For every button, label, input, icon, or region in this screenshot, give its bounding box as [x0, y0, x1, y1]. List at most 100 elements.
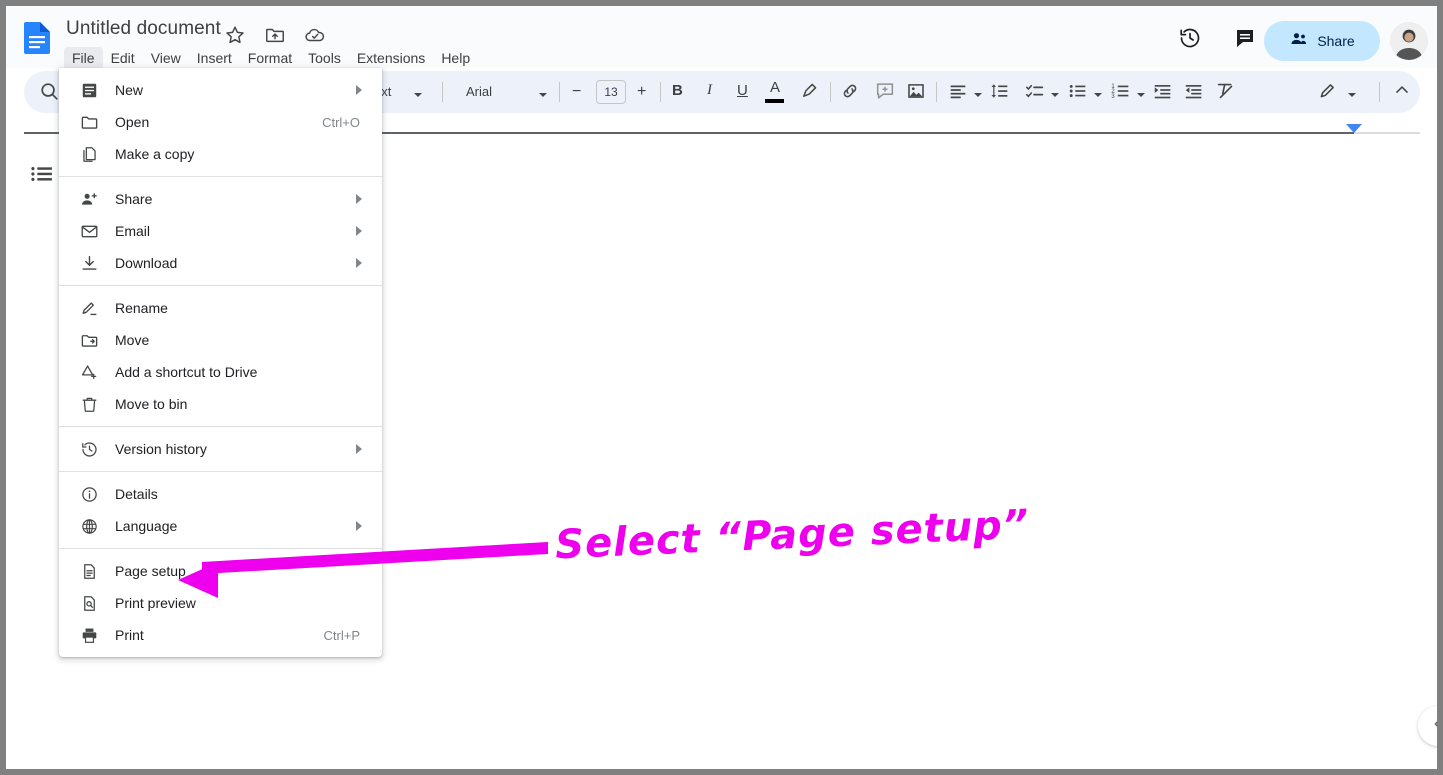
docs-file-icon[interactable]	[22, 22, 52, 54]
insert-image-icon[interactable]	[905, 80, 929, 104]
add-comment-icon[interactable]	[874, 80, 898, 104]
menu-bar: File Edit View Insert Format Tools Exten…	[64, 47, 478, 70]
menu-format[interactable]: Format	[240, 47, 300, 70]
numbered-list-icon[interactable]: 1 2 3	[1110, 80, 1134, 104]
menu-file[interactable]: File	[64, 47, 103, 70]
menu-item-share[interactable]: Share	[59, 183, 382, 215]
insert-link-icon[interactable]	[839, 80, 863, 104]
italic-button[interactable]: I	[707, 82, 712, 99]
person-add-icon	[77, 187, 101, 211]
menu-item-new[interactable]: New	[59, 74, 382, 106]
menu-item-print[interactable]: Print Ctrl+P	[59, 619, 382, 651]
share-button-label: Share	[1317, 33, 1354, 49]
menu-item-move[interactable]: Move	[59, 324, 382, 356]
trash-icon	[77, 392, 101, 416]
print-preview-icon	[77, 591, 101, 615]
chevron-left-icon	[1429, 715, 1437, 738]
checklist-icon[interactable]	[1024, 80, 1048, 104]
text-color-swatch[interactable]	[765, 99, 784, 103]
font-family-value[interactable]: Arial	[466, 84, 492, 99]
menu-item-language[interactable]: Language	[59, 510, 382, 542]
pencil-icon[interactable]	[1317, 80, 1341, 104]
bulleted-list-icon[interactable]	[1067, 80, 1091, 104]
file-dropdown-menu[interactable]: New Open Ctrl+O Make a copy	[59, 68, 382, 657]
menu-item-move-to-bin[interactable]: Move to bin	[59, 388, 382, 420]
document-outline-icon[interactable]	[28, 160, 56, 188]
menu-item-shortcut: Ctrl+P	[324, 628, 360, 643]
info-circle-icon	[77, 482, 101, 506]
menu-item-label: Share	[115, 183, 356, 215]
app-window: Untitled document File Edit View Insert …	[6, 6, 1437, 769]
chevron-up-icon[interactable]	[1392, 80, 1416, 104]
editing-mode-chevron-down-icon[interactable]	[1347, 87, 1357, 97]
submenu-arrow-icon	[356, 258, 362, 268]
menu-item-rename[interactable]: Rename	[59, 292, 382, 324]
document-title[interactable]: Untitled document	[66, 18, 221, 40]
font-size-input[interactable]: 13	[596, 80, 626, 104]
increase-indent-icon[interactable]	[1183, 80, 1207, 104]
style-chevron-down-icon[interactable]	[413, 87, 423, 97]
decrease-font-size-button[interactable]: −	[572, 83, 581, 101]
menu-item-label: Move to bin	[115, 388, 370, 420]
align-left-icon[interactable]	[947, 80, 971, 104]
font-chevron-down-icon[interactable]	[538, 87, 548, 97]
envelope-icon	[77, 219, 101, 243]
share-button[interactable]: Share	[1264, 21, 1380, 61]
text-color-button[interactable]: A	[770, 79, 780, 96]
cloud-saved-icon[interactable]	[304, 24, 326, 46]
underline-button[interactable]: U	[737, 82, 748, 99]
menu-item-label: Print preview	[115, 587, 370, 619]
menu-extensions[interactable]: Extensions	[349, 47, 433, 70]
bulleted-list-chevron-down-icon[interactable]	[1093, 87, 1103, 97]
menu-edit[interactable]: Edit	[103, 47, 143, 70]
menu-item-label: Download	[115, 247, 356, 279]
menu-item-label: Page setup	[115, 555, 370, 587]
menu-view[interactable]: View	[143, 47, 189, 70]
highlight-pen-icon[interactable]	[799, 80, 823, 104]
menu-item-shortcut: Ctrl+O	[322, 115, 360, 130]
ruler-outside-area	[1354, 132, 1420, 134]
move-to-folder-icon[interactable]	[264, 24, 286, 46]
star-icon[interactable]	[224, 24, 246, 46]
copy-icon	[77, 142, 101, 166]
menu-divider	[59, 285, 382, 286]
clear-formatting-icon[interactable]	[1215, 80, 1239, 104]
menu-item-download[interactable]: Download	[59, 247, 382, 279]
page-setup-icon	[77, 559, 101, 583]
menu-item-open[interactable]: Open Ctrl+O	[59, 106, 382, 138]
indent-marker[interactable]	[1346, 124, 1362, 133]
user-avatar[interactable]	[1390, 22, 1428, 60]
submenu-arrow-icon	[356, 226, 362, 236]
line-spacing-icon[interactable]	[989, 80, 1013, 104]
globe-icon	[77, 514, 101, 538]
decrease-indent-icon[interactable]	[1152, 80, 1176, 104]
menu-tools[interactable]: Tools	[300, 47, 349, 70]
right-panel-toggle-button[interactable]	[1418, 706, 1437, 746]
submenu-arrow-icon	[356, 194, 362, 204]
comment-icon[interactable]	[1233, 26, 1257, 50]
menu-item-version-history[interactable]: Version history	[59, 433, 382, 465]
menu-item-label: New	[115, 74, 356, 106]
menu-item-details[interactable]: Details	[59, 478, 382, 510]
menu-item-label: Rename	[115, 292, 370, 324]
move-folder-icon	[77, 328, 101, 352]
menu-item-email[interactable]: Email	[59, 215, 382, 247]
checklist-chevron-down-icon[interactable]	[1050, 87, 1060, 97]
submenu-arrow-icon	[356, 521, 362, 531]
menu-item-print-preview[interactable]: Print preview	[59, 587, 382, 619]
align-chevron-down-icon[interactable]	[973, 87, 983, 97]
drive-shortcut-icon	[77, 360, 101, 384]
download-icon	[77, 251, 101, 275]
menu-help[interactable]: Help	[433, 47, 478, 70]
new-document-icon	[77, 78, 101, 102]
pencil-edit-icon	[77, 296, 101, 320]
app-header: Untitled document File Edit View Insert …	[6, 6, 1437, 68]
menu-insert[interactable]: Insert	[189, 47, 240, 70]
version-history-icon[interactable]	[1178, 26, 1202, 50]
menu-item-make-a-copy[interactable]: Make a copy	[59, 138, 382, 170]
numbered-list-chevron-down-icon[interactable]	[1136, 87, 1146, 97]
menu-item-page-setup[interactable]: Page setup	[59, 555, 382, 587]
menu-item-add-shortcut-to-drive[interactable]: Add a shortcut to Drive	[59, 356, 382, 388]
increase-font-size-button[interactable]: +	[637, 83, 646, 101]
bold-button[interactable]: B	[672, 82, 683, 99]
